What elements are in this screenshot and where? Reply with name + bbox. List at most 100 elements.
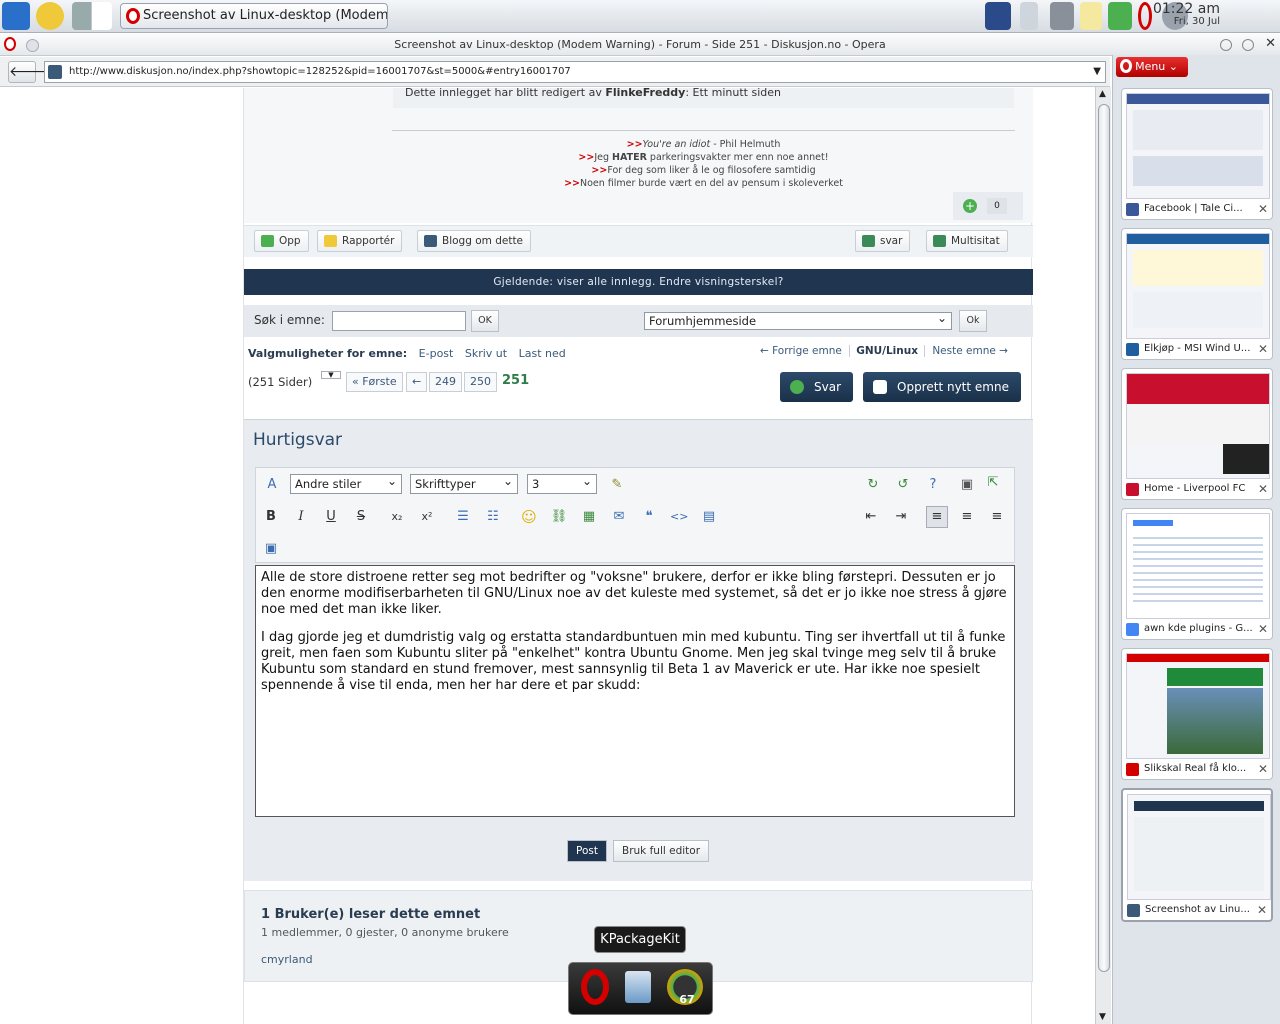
close-tab-icon[interactable]: ✕	[1258, 759, 1268, 779]
bullet-list-icon[interactable]: ☰	[454, 508, 472, 526]
page-249-link[interactable]: 249	[429, 372, 462, 392]
scroll-down-icon[interactable]: ▼	[1099, 1012, 1106, 1022]
italic-icon[interactable]: I	[292, 508, 310, 526]
align-left-icon[interactable]: ≡	[926, 506, 948, 528]
up-button[interactable]: Opp	[254, 230, 309, 252]
signature-line-3[interactable]: >>For deg som liker å le og filosofere s…	[392, 164, 1015, 177]
indent-icon[interactable]: ⇥	[892, 508, 910, 526]
underline-icon[interactable]: U	[322, 508, 340, 526]
forum-jump-select[interactable]: Forumhjemmeside	[644, 310, 952, 330]
toggle-source-icon[interactable]: ▣	[958, 476, 976, 494]
clock[interactable]: 01:22 am Fri, 30 Jul	[1110, 1, 1220, 27]
help-icon[interactable]: ?	[924, 476, 942, 494]
media-icon[interactable]: ▤	[700, 508, 718, 526]
dock-kpackagekit-icon[interactable]	[619, 967, 659, 1009]
tab-thumbnail[interactable]: Home - Liverpool FC ✕	[1121, 368, 1273, 500]
view-threshold-strip[interactable]: Gjeldende: viser alle innlegg. Endre vis…	[244, 269, 1033, 295]
align-center-icon[interactable]: ≡	[958, 508, 976, 526]
expand-icon[interactable]: ⇱	[984, 474, 1002, 492]
outdent-icon[interactable]: ⇤	[862, 508, 880, 526]
report-button[interactable]: Rapportér	[317, 230, 403, 252]
rep-plus-icon[interactable]: +	[963, 199, 977, 213]
code-icon[interactable]: <>	[670, 508, 688, 526]
tab-thumbnail[interactable]: Facebook | Tale Ci... ✕	[1121, 88, 1273, 220]
network-icon[interactable]	[985, 2, 1011, 30]
align-right-icon[interactable]: ≡	[988, 508, 1006, 526]
size-select[interactable]: 3	[527, 472, 597, 494]
superscript-icon[interactable]: x²	[418, 508, 436, 526]
font-select[interactable]: Skrifttyper	[410, 472, 518, 494]
close-tab-icon[interactable]: ✕	[1258, 619, 1268, 639]
clear-format-icon[interactable]: ✎	[608, 476, 626, 494]
reply-big-button[interactable]: Svar	[780, 372, 854, 402]
search-ok-button[interactable]: OK	[471, 310, 499, 332]
option-print[interactable]: Skriv ut	[465, 347, 507, 360]
close-tab-icon[interactable]: ✕	[1258, 339, 1268, 359]
page-scrollbar-thumb[interactable]	[1098, 104, 1110, 972]
edited-by-user[interactable]: FlinkeFreddy	[605, 88, 685, 99]
clipboard-icon[interactable]	[1080, 2, 1102, 30]
next-topic-link[interactable]: Neste emne →	[932, 345, 1008, 357]
bold-icon[interactable]: B	[262, 508, 280, 526]
option-email[interactable]: E-post	[419, 347, 454, 360]
desktop-pager[interactable]	[72, 2, 112, 30]
twitter-icon[interactable]: ▣	[262, 540, 280, 558]
search-input[interactable]	[332, 311, 466, 331]
volume-icon[interactable]	[1050, 2, 1074, 30]
numbered-list-icon[interactable]: ☷	[484, 508, 502, 526]
undo-icon[interactable]: ↺	[894, 476, 912, 494]
redo-icon[interactable]: ↻	[864, 476, 882, 494]
url-input[interactable]: http://www.diskusjon.no/index.php?showto…	[44, 61, 1106, 83]
prev-topic-link[interactable]: ← Forrige emne	[760, 345, 842, 357]
close-tab-icon[interactable]: ✕	[1258, 199, 1268, 219]
reply-textarea[interactable]: Alle de store distroene retter seg mot b…	[255, 565, 1015, 817]
favorites-star-icon[interactable]	[36, 2, 64, 30]
maximize-icon[interactable]	[1242, 39, 1254, 51]
option-download[interactable]: Last ned	[519, 347, 566, 360]
close-tab-icon[interactable]: ✕	[1258, 479, 1268, 499]
kde-menu-icon[interactable]	[2, 2, 30, 30]
style-select[interactable]: Andre stiler	[290, 472, 402, 494]
minimize-icon[interactable]	[1220, 39, 1232, 51]
signature-line-4[interactable]: >>Noen filmer burde vært en del av pensu…	[392, 177, 1015, 190]
strikethrough-icon[interactable]: S	[352, 508, 370, 526]
taskbar-opera-window[interactable]: Screenshot av Linux-desktop (Modem W	[120, 3, 388, 29]
blog-button[interactable]: Blogg om dette	[417, 230, 532, 252]
tab-thumbnail[interactable]: Slikskal Real få klo... ✕	[1121, 648, 1273, 780]
systray-arrow-icon[interactable]	[1020, 2, 1038, 30]
reply-button[interactable]: svar	[855, 230, 911, 252]
page-250-link[interactable]: 250	[464, 372, 497, 392]
post-button[interactable]: Post	[567, 840, 607, 862]
dock-opera-icon[interactable]	[575, 967, 615, 1009]
scroll-up-icon[interactable]: ▲	[1099, 89, 1106, 99]
close-icon[interactable]: ✕	[1265, 37, 1276, 51]
email-icon[interactable]: ✉	[610, 508, 628, 526]
tab-thumbnail[interactable]: awn kde plugins - G... ✕	[1121, 508, 1273, 640]
forum-jump-ok-button[interactable]: Ok	[959, 310, 987, 332]
quote-icon[interactable]: ❝	[640, 508, 658, 526]
smiley-icon[interactable]: ☺	[520, 508, 538, 526]
full-editor-button[interactable]: Bruk full editor	[613, 840, 710, 862]
multiquote-button[interactable]: Multisitat	[926, 230, 1008, 252]
close-tab-icon[interactable]: ✕	[1257, 900, 1267, 920]
window-menu-icon[interactable]	[26, 39, 39, 52]
signature-line-2[interactable]: >>Jeg HATER parkeringsvakter mer enn noe…	[392, 151, 1015, 164]
tab-thumbnail[interactable]: Elkjøp - MSI Wind U... ✕	[1121, 228, 1273, 360]
url-dropdown-icon[interactable]: ▼	[1093, 62, 1101, 82]
dock-monitor-icon[interactable]: 67	[665, 967, 705, 1009]
link-icon[interactable]: ⛓	[550, 508, 568, 526]
subscript-icon[interactable]: x₂	[388, 508, 406, 526]
opera-menu-button[interactable]: Menu ⌄	[1116, 57, 1188, 77]
tab-title: Screenshot av Linu...	[1145, 904, 1250, 915]
style-icon[interactable]: A	[263, 476, 281, 494]
reader-user-link[interactable]: cmyrland	[261, 953, 313, 966]
image-icon[interactable]: ▦	[580, 508, 598, 526]
pages-dropdown-icon[interactable]: ▼	[321, 371, 341, 379]
current-forum-link[interactable]: GNU/Linux	[849, 345, 925, 357]
page-prev-link[interactable]: ←	[406, 372, 428, 392]
page-first-link[interactable]: « Første	[346, 372, 403, 392]
quick-reply-title: Hurtigsvar	[253, 430, 343, 450]
new-topic-button[interactable]: Opprett nytt emne	[863, 372, 1021, 402]
back-button[interactable]: 🡐	[8, 61, 47, 83]
tab-thumbnail-active[interactable]: Screenshot av Linu... ✕	[1121, 788, 1273, 922]
